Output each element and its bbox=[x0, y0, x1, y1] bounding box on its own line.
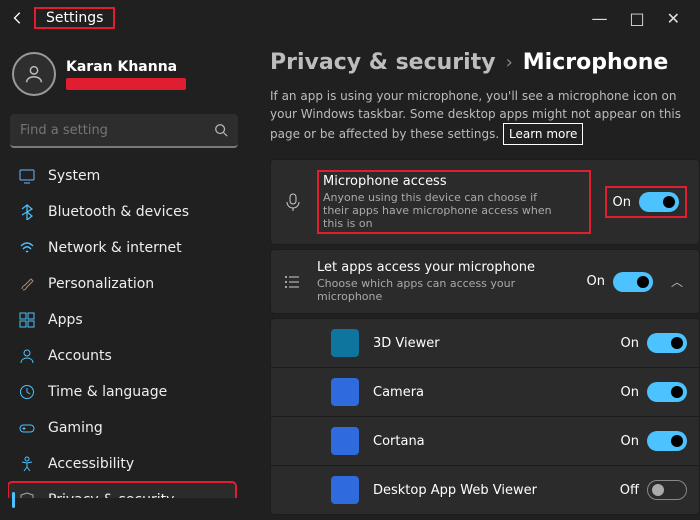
mic-access-title: Microphone access bbox=[323, 174, 585, 189]
page-title: Microphone bbox=[523, 50, 669, 75]
accessibility-icon bbox=[18, 455, 36, 473]
user-name: Karan Khanna bbox=[66, 59, 186, 75]
sidebar-item-accessibility[interactable]: Accessibility bbox=[8, 446, 236, 482]
user-email-redacted bbox=[66, 78, 186, 90]
app-icon bbox=[331, 427, 359, 455]
chevron-right-icon: › bbox=[506, 52, 513, 73]
app-toggle-group: Off bbox=[620, 480, 687, 500]
app-toggle-state: On bbox=[621, 385, 639, 400]
mic-access-subtitle: Anyone using this device can choose if t… bbox=[323, 191, 563, 230]
list-icon bbox=[283, 272, 303, 292]
app-icon bbox=[331, 378, 359, 406]
titlebar: Settings — □ ✕ bbox=[0, 0, 700, 36]
mic-access-state: On bbox=[613, 195, 631, 210]
gamepad-icon bbox=[18, 419, 36, 437]
clock-icon bbox=[18, 383, 36, 401]
sidebar-item-label: Network & internet bbox=[48, 240, 182, 256]
profile[interactable]: Karan Khanna bbox=[8, 44, 240, 108]
sidebar-item-system[interactable]: System bbox=[8, 158, 236, 194]
let-apps-state: On bbox=[587, 274, 605, 289]
bluetooth-icon bbox=[18, 203, 36, 221]
sidebar-item-label: Accessibility bbox=[48, 456, 134, 472]
let-apps-toggle-group: On bbox=[587, 272, 653, 292]
sidebar: Karan Khanna System Bluetooth & devices … bbox=[0, 36, 248, 520]
app-row: 3D Viewer On bbox=[271, 319, 699, 367]
app-toggle-state: Off bbox=[620, 483, 639, 498]
sidebar-item-privacy-security[interactable]: Privacy & security bbox=[8, 482, 236, 498]
microphone-access-card: Microphone access Anyone using this devi… bbox=[270, 159, 700, 245]
app-toggle[interactable] bbox=[647, 480, 687, 500]
app-toggle-group: On bbox=[621, 382, 687, 402]
search-box[interactable] bbox=[10, 114, 238, 148]
main-content: Privacy & security › Microphone If an ap… bbox=[248, 36, 700, 520]
wifi-icon bbox=[18, 239, 36, 257]
apps-icon bbox=[18, 311, 36, 329]
mic-access-toggle[interactable] bbox=[639, 192, 679, 212]
sidebar-item-bluetooth[interactable]: Bluetooth & devices bbox=[8, 194, 236, 230]
sidebar-item-label: Gaming bbox=[48, 420, 103, 436]
let-apps-subtitle: Choose which apps can access your microp… bbox=[317, 277, 557, 303]
window-title: Settings bbox=[34, 7, 115, 29]
app-toggle-group: On bbox=[621, 431, 687, 451]
app-row: Camera On bbox=[271, 367, 699, 416]
app-toggle-group: On bbox=[621, 333, 687, 353]
let-apps-toggle[interactable] bbox=[613, 272, 653, 292]
maximize-button[interactable]: □ bbox=[629, 9, 644, 28]
sidebar-item-label: System bbox=[48, 168, 100, 184]
app-row: Desktop App Web Viewer Off bbox=[271, 465, 699, 514]
app-name: 3D Viewer bbox=[373, 336, 607, 351]
app-toggle[interactable] bbox=[647, 382, 687, 402]
sidebar-item-label: Apps bbox=[48, 312, 83, 328]
app-icon bbox=[331, 329, 359, 357]
breadcrumb: Privacy & security › Microphone bbox=[270, 50, 700, 75]
person-icon bbox=[18, 347, 36, 365]
sidebar-item-label: Accounts bbox=[48, 348, 112, 364]
app-icon bbox=[331, 476, 359, 504]
app-row: Cortana On bbox=[271, 416, 699, 465]
shield-icon bbox=[18, 491, 36, 498]
sidebar-item-gaming[interactable]: Gaming bbox=[8, 410, 236, 446]
search-icon bbox=[214, 123, 228, 137]
close-button[interactable]: ✕ bbox=[667, 9, 680, 28]
brush-icon bbox=[18, 275, 36, 293]
app-list: 3D Viewer On Camera On Cortana On Desktop App … bbox=[270, 318, 700, 515]
app-name: Camera bbox=[373, 385, 607, 400]
search-input[interactable] bbox=[20, 123, 214, 138]
chevron-up-icon[interactable]: ︿ bbox=[667, 273, 687, 290]
let-apps-text: Let apps access your microphone Choose w… bbox=[317, 260, 573, 303]
sidebar-item-time-language[interactable]: Time & language bbox=[8, 374, 236, 410]
sidebar-item-label: Bluetooth & devices bbox=[48, 204, 189, 220]
sidebar-item-network[interactable]: Network & internet bbox=[8, 230, 236, 266]
back-button[interactable] bbox=[8, 8, 28, 28]
app-toggle-state: On bbox=[621, 336, 639, 351]
system-icon bbox=[18, 167, 36, 185]
let-apps-title: Let apps access your microphone bbox=[317, 260, 573, 275]
app-name: Cortana bbox=[373, 434, 607, 449]
sidebar-item-personalization[interactable]: Personalization bbox=[8, 266, 236, 302]
sidebar-nav: System Bluetooth & devices Network & int… bbox=[8, 158, 240, 498]
app-toggle[interactable] bbox=[647, 333, 687, 353]
app-toggle-state: On bbox=[621, 434, 639, 449]
sidebar-item-apps[interactable]: Apps bbox=[8, 302, 236, 338]
app-name: Desktop App Web Viewer bbox=[373, 483, 606, 498]
mic-access-text: Microphone access Anyone using this devi… bbox=[317, 170, 591, 234]
minimize-button[interactable]: — bbox=[591, 9, 607, 28]
avatar bbox=[12, 52, 56, 96]
sidebar-item-label: Time & language bbox=[48, 384, 167, 400]
let-apps-card[interactable]: Let apps access your microphone Choose w… bbox=[270, 249, 700, 314]
mic-icon bbox=[283, 192, 303, 212]
page-description: If an app is using your microphone, you'… bbox=[270, 87, 690, 145]
mic-access-toggle-group: On bbox=[605, 186, 687, 218]
app-toggle[interactable] bbox=[647, 431, 687, 451]
breadcrumb-parent[interactable]: Privacy & security bbox=[270, 50, 496, 75]
sidebar-item-label: Privacy & security bbox=[48, 492, 174, 498]
sidebar-item-accounts[interactable]: Accounts bbox=[8, 338, 236, 374]
sidebar-item-label: Personalization bbox=[48, 276, 154, 292]
learn-more-link[interactable]: Learn more bbox=[503, 123, 583, 145]
